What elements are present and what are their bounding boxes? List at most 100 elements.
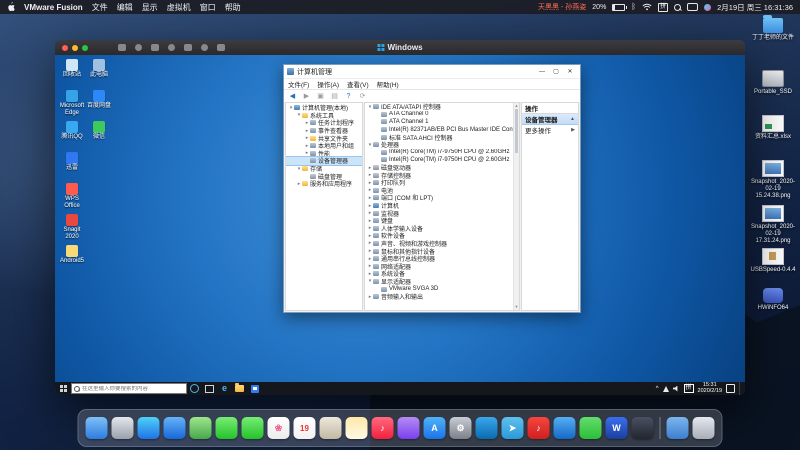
input-source-icon[interactable]: 拼 — [658, 3, 668, 12]
refresh-icon[interactable]: ⟳ — [358, 92, 367, 101]
menu-item-0[interactable]: 文件 — [92, 2, 108, 13]
device-item-12[interactable]: ▸端口 (COM 和 LPT) — [365, 194, 519, 202]
cm-menu-3[interactable]: 帮助(H) — [377, 79, 399, 89]
win-desktop-icon-2[interactable]: Microsoft Edge — [59, 90, 85, 116]
dock-item-15[interactable] — [476, 417, 498, 439]
device-item-7[interactable]: Intel(R) Core(TM) i7-9750H CPU @ 2.60GHz — [365, 156, 519, 164]
scroll-down-arrow[interactable]: ▼ — [514, 304, 519, 310]
cm-console-tree[interactable]: ▾计算机管理(本地)▾系统工具▸任务计划程序▸事件查看器▸共享文件夹▸本地用户和… — [285, 102, 363, 311]
menu-item-2[interactable]: 显示 — [142, 2, 158, 13]
menu-item-4[interactable]: 窗口 — [200, 2, 216, 13]
network-icon[interactable] — [663, 386, 669, 392]
active-app-name[interactable]: VMware Fusion — [24, 3, 83, 12]
desktop-icon-image[interactable]: Snapshot_2020-02-19 15.24.38.png — [750, 160, 796, 200]
close-window-button[interactable] — [62, 45, 68, 51]
dock-item-13[interactable]: A — [424, 417, 446, 439]
spotlight-icon[interactable] — [674, 4, 681, 11]
fullscreen-icon[interactable] — [168, 44, 175, 51]
task-view-button[interactable] — [202, 382, 217, 395]
more-actions-item[interactable]: 更多操作 ▶ — [522, 125, 578, 135]
tree-item-2[interactable]: ▸任务计划程序 — [286, 119, 362, 127]
restart-icon[interactable] — [151, 44, 159, 51]
menu-item-1[interactable]: 编辑 — [117, 2, 133, 13]
zoom-window-button[interactable] — [82, 45, 88, 51]
cm-title-bar[interactable]: 计算机管理 — ▢ ✕ — [284, 65, 580, 79]
cortana-button[interactable] — [187, 382, 202, 395]
desktop-icon-folder[interactable]: 丁丁老师的文件 — [750, 18, 796, 42]
device-item-22[interactable]: ▸系统设备 — [365, 270, 519, 278]
file-explorer-button[interactable] — [232, 382, 247, 395]
bluetooth-icon[interactable]: ᛒ — [631, 3, 636, 11]
device-item-24[interactable]: VMware SVGA 3D — [365, 285, 519, 293]
dock-item-16[interactable]: ➤ — [502, 417, 524, 439]
tree-item-8[interactable]: ▾存储 — [286, 165, 362, 173]
minimize-window-button[interactable] — [72, 45, 78, 51]
dock-item-5[interactable] — [216, 417, 238, 439]
cm-menu-2[interactable]: 查看(V) — [347, 79, 369, 89]
shutdown-icon[interactable] — [118, 44, 126, 51]
window-icon[interactable]: ▣ — [316, 92, 325, 101]
menu-item-3[interactable]: 虚拟机 — [167, 2, 191, 13]
help-icon[interactable]: ? — [344, 92, 353, 101]
device-item-3[interactable]: Intel(R) 82371AB/EB PCI Bus Master IDE C… — [365, 126, 519, 134]
win-desktop-icon-6[interactable]: 迅雷 — [59, 152, 85, 172]
device-item-15[interactable]: ▸键盘 — [365, 217, 519, 225]
search-input[interactable] — [82, 386, 184, 392]
desktop-icon-file[interactable]: 资料汇总.xlsx — [750, 115, 796, 141]
action-center-icon[interactable] — [726, 384, 735, 393]
show-desktop-button[interactable] — [739, 382, 742, 395]
camera-icon[interactable] — [201, 44, 208, 51]
menu-item-5[interactable]: 帮助 — [225, 2, 241, 13]
win-desktop-icon-1[interactable]: 此电脑 — [86, 59, 112, 79]
device-item-4[interactable]: 标准 SATA AHCI 控制器 — [365, 133, 519, 141]
edge-button[interactable]: e — [217, 382, 232, 395]
tree-item-4[interactable]: ▸共享文件夹 — [286, 134, 362, 142]
menu-bar-clock[interactable]: 2月19日 周三 16:31:36 — [717, 2, 793, 13]
collapse-icon[interactable]: ▲ — [570, 116, 575, 122]
tree-item-0[interactable]: ▾计算机管理(本地) — [286, 104, 362, 112]
dock-item-8[interactable]: 19 — [294, 417, 316, 439]
win-desktop-icon-4[interactable]: 腾讯QQ — [59, 121, 85, 141]
win-desktop-icon-3[interactable]: 百度网盘 — [86, 90, 112, 110]
control-center-icon[interactable] — [687, 3, 698, 11]
dock-item-18[interactable] — [554, 417, 576, 439]
dock-item-14[interactable]: ⚙ — [450, 417, 472, 439]
desktop-icon-drive[interactable]: Portable_SSD — [750, 70, 796, 96]
device-item-13[interactable]: ▸计算机 — [365, 202, 519, 210]
device-item-11[interactable]: ▸电池 — [365, 187, 519, 195]
forward-icon[interactable]: ▶ — [302, 92, 311, 101]
cm-device-list[interactable]: ▾IDE ATA/ATAPI 控制器ATA Channel 0ATA Chann… — [364, 102, 520, 311]
device-item-0[interactable]: ▾IDE ATA/ATAPI 控制器 — [365, 103, 519, 111]
desktop-icon-package[interactable]: USBSpeed-0.4.4 — [750, 248, 796, 274]
cm-close-button[interactable]: ✕ — [563, 66, 577, 77]
device-item-20[interactable]: ▸通用串行总线控制器 — [365, 255, 519, 263]
dock-item-1[interactable] — [112, 417, 134, 439]
device-item-25[interactable]: ▸音频输入和输出 — [365, 293, 519, 301]
taskbar-search-box[interactable] — [71, 383, 187, 394]
store-button[interactable] — [247, 382, 262, 395]
dock-item-9[interactable] — [320, 417, 342, 439]
device-item-19[interactable]: ▸鼠标和其他指针设备 — [365, 247, 519, 255]
actions-device-manager-item[interactable]: 设备管理器 ▲ — [522, 114, 578, 125]
scrollbar-thumb[interactable] — [515, 109, 518, 153]
dock-item-11[interactable]: ♪ — [372, 417, 394, 439]
volume-icon[interactable] — [673, 386, 680, 392]
start-button[interactable] — [55, 382, 71, 395]
dock-item-3[interactable] — [164, 417, 186, 439]
device-item-9[interactable]: ▸存储控制器 — [365, 171, 519, 179]
dock-item-17[interactable]: ♪ — [528, 417, 550, 439]
device-item-6[interactable]: Intel(R) Core(TM) i7-9750H CPU @ 2.60GHz — [365, 149, 519, 157]
battery-icon[interactable] — [612, 4, 625, 11]
cm-vertical-scrollbar[interactable]: ▲ ▼ — [513, 103, 519, 310]
desktop-icon-app[interactable]: HWiNFO64 — [750, 288, 796, 312]
snapshots-icon[interactable] — [184, 44, 192, 51]
dock-item-12[interactable] — [398, 417, 420, 439]
dock-item-10[interactable] — [346, 417, 368, 439]
device-item-18[interactable]: ▸声音、视频和游戏控制器 — [365, 240, 519, 248]
tree-item-3[interactable]: ▸事件查看器 — [286, 127, 362, 135]
tray-overflow-chevron-icon[interactable]: ^ — [656, 386, 659, 392]
tree-item-6[interactable]: ▸性能 — [286, 150, 362, 158]
settings-icon[interactable] — [217, 44, 225, 51]
wifi-icon[interactable] — [642, 3, 652, 11]
device-item-21[interactable]: ▸网络适配器 — [365, 262, 519, 270]
